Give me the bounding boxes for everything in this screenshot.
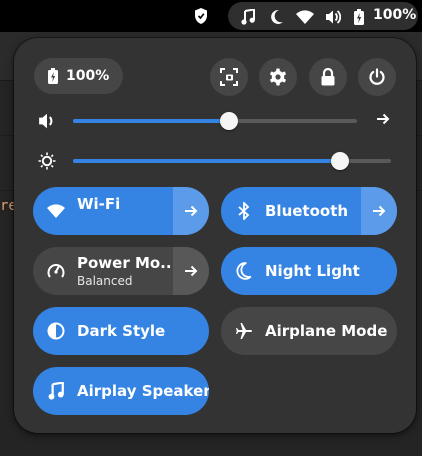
top-bar: 100% bbox=[0, 0, 422, 32]
wifi-icon bbox=[296, 10, 314, 24]
power-button[interactable] bbox=[358, 58, 396, 96]
wifi-label: Wi-Fi bbox=[77, 195, 121, 213]
power-mode-toggle[interactable]: Power Mo... Balanced bbox=[33, 247, 209, 295]
screenshot-icon bbox=[220, 68, 238, 86]
volume-icon bbox=[326, 10, 341, 24]
night-light-toggle[interactable]: Night Light bbox=[221, 247, 397, 295]
brightness-slider-fill bbox=[73, 159, 340, 163]
moon-icon bbox=[271, 9, 283, 24]
wifi-toggle[interactable]: Wi-Fi bbox=[33, 187, 209, 235]
battery-icon bbox=[354, 9, 364, 25]
airplane-icon bbox=[236, 323, 252, 339]
airplane-mode-label: Airplane Mode bbox=[265, 322, 388, 340]
airplay-speakers-toggle[interactable]: Airplay Speakers bbox=[33, 367, 209, 415]
lock-icon bbox=[321, 68, 335, 86]
screenshot-button[interactable] bbox=[210, 58, 248, 96]
brightness-icon bbox=[38, 152, 56, 170]
volume-icon bbox=[39, 113, 53, 129]
arrow-right-icon bbox=[185, 205, 198, 217]
music-note-icon bbox=[48, 382, 64, 400]
arrow-right-icon bbox=[377, 113, 390, 125]
volume-slider-fill bbox=[73, 119, 229, 123]
volume-slider[interactable] bbox=[73, 112, 357, 130]
bluetooth-menu-button[interactable] bbox=[361, 187, 397, 235]
power-mode-label: Power Mo... bbox=[77, 254, 178, 272]
music-note-icon bbox=[241, 9, 255, 25]
moon-icon bbox=[236, 262, 252, 280]
battery-icon bbox=[48, 68, 58, 84]
arrow-right-icon bbox=[185, 265, 198, 277]
bluetooth-toggle[interactable]: Bluetooth bbox=[221, 187, 397, 235]
battery-chip-label: 100% bbox=[66, 68, 110, 84]
brightness-slider[interactable] bbox=[73, 152, 391, 170]
power-mode-subtitle: Balanced bbox=[77, 274, 133, 288]
battery-percentage: 100% bbox=[373, 7, 417, 23]
arrow-right-icon bbox=[373, 205, 386, 217]
lock-button[interactable] bbox=[309, 58, 347, 96]
night-light-label: Night Light bbox=[265, 262, 360, 280]
dark-style-toggle[interactable]: Dark Style bbox=[33, 307, 209, 355]
power-mode-menu-button[interactable] bbox=[173, 247, 209, 295]
brightness-slider-handle[interactable] bbox=[331, 152, 349, 170]
wifi-icon bbox=[47, 204, 65, 218]
battery-chip[interactable]: 100% bbox=[34, 58, 124, 94]
volume-output-menu-button[interactable] bbox=[366, 102, 400, 136]
volume-slider-handle[interactable] bbox=[220, 112, 238, 130]
power-mode-icon bbox=[47, 264, 65, 278]
dark-style-label: Dark Style bbox=[77, 322, 166, 340]
airplane-mode-toggle[interactable]: Airplane Mode bbox=[221, 307, 397, 355]
airplay-speakers-label: Airplay Speakers bbox=[77, 382, 209, 400]
gear-icon bbox=[270, 68, 286, 86]
power-icon bbox=[369, 68, 385, 85]
wifi-menu-button[interactable] bbox=[173, 187, 209, 235]
bluetooth-icon bbox=[238, 202, 250, 220]
shield-icon[interactable] bbox=[194, 7, 208, 25]
settings-button[interactable] bbox=[259, 58, 297, 96]
quick-settings-panel: 100% Wi-Fi Bluetooth Power Mo... Balance… bbox=[14, 38, 416, 433]
bluetooth-label: Bluetooth bbox=[265, 202, 349, 220]
dark-style-icon bbox=[47, 322, 65, 340]
